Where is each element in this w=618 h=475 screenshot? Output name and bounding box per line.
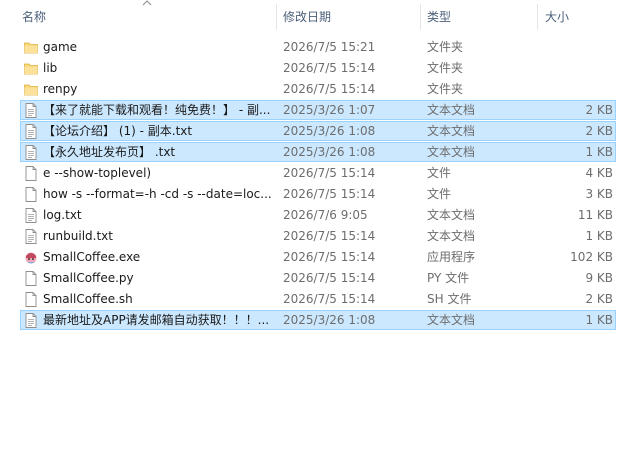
file-row[interactable]: how -s --format=-h -cd -s --date=loc... 2…	[0, 184, 618, 205]
file-type: PY 文件	[427, 271, 470, 285]
file-type: SH 文件	[427, 292, 472, 306]
file-explorer: 名称 修改日期 类型 大小 game 2026/7/5 15:21 文件夹 lib 20…	[0, 0, 618, 475]
file-row[interactable]: runbuild.txt 2026/7/5 15:14 文本文档 1 KB	[0, 226, 618, 247]
text-file-icon	[24, 103, 38, 118]
file-modified-date: 2026/7/5 15:14	[283, 250, 376, 264]
file-name: renpy	[43, 82, 78, 96]
file-name: e --show-toplevel)	[43, 166, 152, 180]
text-file-icon	[24, 208, 38, 223]
file-modified-date: 2025/3/26 1:08	[283, 124, 376, 138]
file-name: log.txt	[43, 208, 82, 222]
file-type: 文本文档	[427, 208, 476, 222]
file-name: 最新地址及APP请发邮箱自动获取！！！...	[43, 313, 270, 327]
file-icon	[24, 292, 38, 307]
file-row[interactable]: 【永久地址发布页】 .txt 2025/3/26 1:08 文本文档 1 KB	[0, 142, 618, 163]
file-name: SmallCoffee.exe	[43, 250, 141, 264]
file-modified-date: 2025/3/26 1:07	[283, 103, 376, 117]
file-name: SmallCoffee.sh	[43, 292, 133, 306]
file-row[interactable]: SmallCoffee.py 2026/7/5 15:14 PY 文件 9 KB	[0, 268, 618, 289]
file-icon	[24, 271, 38, 286]
file-modified-date: 2025/3/26 1:08	[283, 145, 376, 159]
text-file-icon	[24, 145, 38, 160]
file-name: SmallCoffee.py	[43, 271, 134, 285]
file-modified-date: 2025/3/26 1:08	[283, 313, 376, 327]
file-size: 2 KB	[585, 124, 613, 138]
file-type: 应用程序	[427, 250, 476, 264]
file-size: 102 KB	[570, 250, 613, 264]
file-row[interactable]: SmallCoffee.sh 2026/7/5 15:14 SH 文件 2 KB	[0, 289, 618, 310]
file-size: 1 KB	[585, 229, 613, 243]
file-modified-date: 2026/7/5 15:14	[283, 166, 376, 180]
text-file-icon	[24, 229, 38, 244]
app-icon	[24, 250, 38, 265]
file-name: 【永久地址发布页】 .txt	[43, 145, 176, 159]
file-icon	[24, 187, 38, 202]
file-name: how -s --format=-h -cd -s --date=loc...	[43, 187, 272, 201]
file-row[interactable]: log.txt 2026/7/6 9:05 文本文档 11 KB	[0, 205, 618, 226]
file-modified-date: 2026/7/5 15:21	[283, 40, 376, 54]
file-size: 2 KB	[585, 103, 613, 117]
column-divider[interactable]	[276, 4, 277, 30]
folder-icon	[24, 82, 38, 97]
file-type: 文本文档	[427, 124, 476, 138]
column-date-header[interactable]: 修改日期	[283, 0, 415, 34]
file-modified-date: 2026/7/5 15:14	[283, 61, 376, 75]
column-size-header[interactable]: 大小	[545, 0, 615, 34]
file-size: 3 KB	[585, 187, 613, 201]
column-divider[interactable]	[537, 4, 538, 30]
file-row[interactable]: renpy 2026/7/5 15:14 文件夹	[0, 79, 618, 100]
file-type: 文件夹	[427, 40, 464, 54]
file-type: 文件夹	[427, 82, 464, 96]
file-modified-date: 2026/7/6 9:05	[283, 208, 368, 222]
file-type: 文本文档	[427, 229, 476, 243]
file-modified-date: 2026/7/5 15:14	[283, 229, 376, 243]
file-row[interactable]: game 2026/7/5 15:21 文件夹	[0, 37, 618, 58]
file-modified-date: 2026/7/5 15:14	[283, 292, 376, 306]
file-size: 11 KB	[577, 208, 613, 222]
text-file-icon	[24, 313, 38, 328]
file-type: 文件	[427, 166, 452, 180]
file-type: 文件夹	[427, 61, 464, 75]
file-icon	[24, 166, 38, 181]
column-type-header[interactable]: 类型	[427, 0, 535, 34]
file-size: 1 KB	[585, 145, 613, 159]
folder-icon	[24, 40, 38, 55]
file-name: runbuild.txt	[43, 229, 113, 243]
file-row[interactable]: 【论坛介绍】 (1) - 副本.txt 2025/3/26 1:08 文本文档 2 K…	[0, 121, 618, 142]
text-file-icon	[24, 124, 38, 139]
file-size: 1 KB	[585, 313, 613, 327]
file-type: 文件	[427, 187, 452, 201]
file-type: 文本文档	[427, 145, 476, 159]
file-type: 文本文档	[427, 103, 476, 117]
folder-icon	[24, 61, 38, 76]
file-row[interactable]: 最新地址及APP请发邮箱自动获取！！！... 2025/3/26 1:08 文本文档…	[0, 310, 618, 331]
file-row[interactable]: 【来了就能下载和观看！纯免费！】 - 副... 2025/3/26 1:07 文本文…	[0, 100, 618, 121]
column-header: 名称 修改日期 类型 大小	[0, 0, 618, 34]
file-name: 【来了就能下载和观看！纯免费！】 - 副...	[43, 103, 271, 117]
file-name: game	[43, 40, 78, 54]
file-modified-date: 2026/7/5 15:14	[283, 271, 376, 285]
file-type: 文本文档	[427, 313, 476, 327]
file-name: 【论坛介绍】 (1) - 副本.txt	[43, 124, 193, 138]
file-row[interactable]: SmallCoffee.exe 2026/7/5 15:14 应用程序 102 KB	[0, 247, 618, 268]
file-size: 9 KB	[585, 271, 613, 285]
file-name: lib	[43, 61, 58, 75]
file-size: 4 KB	[585, 166, 613, 180]
column-name-header[interactable]: 名称	[22, 0, 274, 34]
file-size: 2 KB	[585, 292, 613, 306]
file-list: game 2026/7/5 15:21 文件夹 lib 2026/7/5 15:14 文件…	[0, 37, 618, 331]
file-row[interactable]: e --show-toplevel) 2026/7/5 15:14 文件 4 KB	[0, 163, 618, 184]
file-modified-date: 2026/7/5 15:14	[283, 187, 376, 201]
file-modified-date: 2026/7/5 15:14	[283, 82, 376, 96]
column-divider[interactable]	[420, 4, 421, 30]
file-row[interactable]: lib 2026/7/5 15:14 文件夹	[0, 58, 618, 79]
